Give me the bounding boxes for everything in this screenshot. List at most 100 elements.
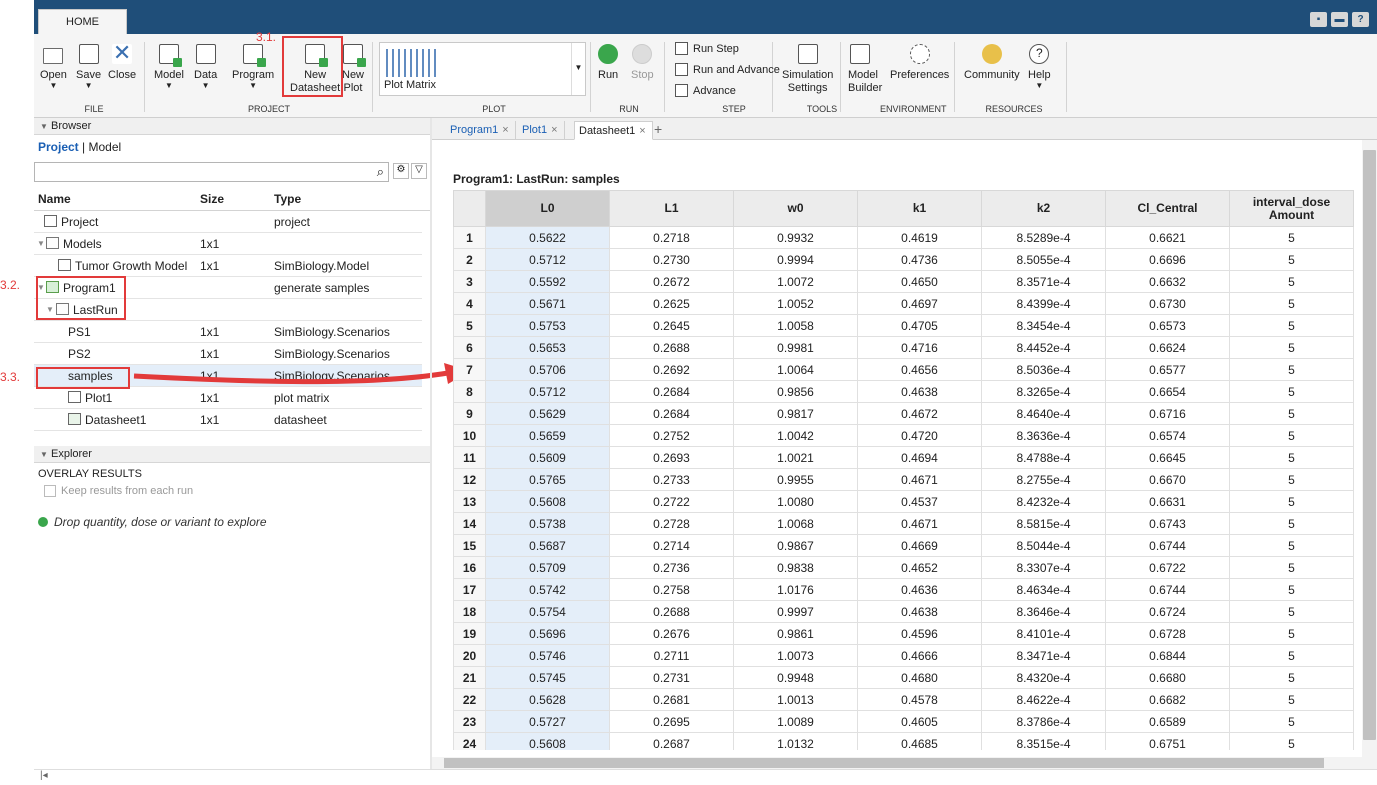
- table-cell[interactable]: 0.2692: [609, 358, 734, 381]
- table-cell[interactable]: 0.5765: [485, 468, 610, 491]
- table-cell[interactable]: 0.2752: [609, 424, 734, 447]
- table-cell[interactable]: 0.2718: [609, 226, 734, 249]
- run-step-button[interactable]: Run Step: [675, 42, 739, 55]
- table-cell[interactable]: 0.4636: [857, 578, 982, 601]
- table-cell[interactable]: 8.3646e-4: [981, 600, 1106, 623]
- collapse-icon[interactable]: |◂: [40, 770, 48, 781]
- table-cell[interactable]: 0.2684: [609, 380, 734, 403]
- table-cell[interactable]: 8.3571e-4: [981, 270, 1106, 293]
- table-row[interactable]: 3 0.5592 0.2672 1.0072 0.4650 8.3571e-4 0.6632…: [453, 270, 1354, 293]
- horizontal-scrollbar[interactable]: [432, 757, 1362, 769]
- table-cell[interactable]: 1.0058: [733, 314, 858, 337]
- table-cell[interactable]: 8.4320e-4: [981, 666, 1106, 689]
- plot-gallery[interactable]: Plot Matrix ▼: [379, 42, 586, 96]
- table-cell[interactable]: 8.3265e-4: [981, 380, 1106, 403]
- close-icon[interactable]: ×: [551, 124, 557, 136]
- table-cell[interactable]: 0.4638: [857, 600, 982, 623]
- save-icon[interactable]: ▪: [1310, 12, 1327, 27]
- tab-model[interactable]: Model: [89, 140, 122, 154]
- table-cell[interactable]: 8.4622e-4: [981, 688, 1106, 711]
- table-cell[interactable]: 0.6696: [1105, 248, 1230, 271]
- table-cell[interactable]: 0.4736: [857, 248, 982, 271]
- table-row[interactable]: 11 0.5609 0.2693 1.0021 0.4694 8.4788e-4 0.664…: [453, 446, 1354, 469]
- tree-row-project[interactable]: Project project: [34, 211, 422, 233]
- community-button[interactable]: Community: [964, 44, 1020, 82]
- table-row[interactable]: 21 0.5745 0.2731 0.9948 0.4680 8.4320e-4 0.668…: [453, 666, 1354, 689]
- table-cell[interactable]: 0.5696: [485, 622, 610, 645]
- table-cell[interactable]: 1.0072: [733, 270, 858, 293]
- model-builder-button[interactable]: Model Builder: [848, 44, 882, 95]
- table-row[interactable]: 7 0.5706 0.2692 1.0064 0.4656 8.5036e-4 0.6577…: [453, 358, 1354, 381]
- table-cell[interactable]: 8.3454e-4: [981, 314, 1106, 337]
- close-icon[interactable]: ×: [639, 125, 645, 137]
- program-button[interactable]: Program ▼: [232, 44, 274, 90]
- table-cell[interactable]: 5: [1229, 710, 1354, 733]
- table-cell[interactable]: 0.2730: [609, 248, 734, 271]
- column-header[interactable]: L1: [609, 190, 734, 227]
- table-cell[interactable]: 0.5653: [485, 336, 610, 359]
- table-cell[interactable]: 5: [1229, 490, 1354, 513]
- browser-header[interactable]: ▼ Browser: [34, 118, 430, 135]
- table-cell[interactable]: 0.2672: [609, 270, 734, 293]
- table-cell[interactable]: 5: [1229, 270, 1354, 293]
- table-cell[interactable]: 0.6654: [1105, 380, 1230, 403]
- tree-row-models[interactable]: ▼ Models 1x1: [34, 233, 422, 255]
- explorer-header[interactable]: ▼ Explorer: [34, 446, 430, 463]
- table-cell[interactable]: 0.6722: [1105, 556, 1230, 579]
- table-cell[interactable]: 0.4697: [857, 292, 982, 315]
- table-cell[interactable]: 0.6631: [1105, 490, 1230, 513]
- folder-icon[interactable]: ▬: [1331, 12, 1348, 27]
- data-button[interactable]: Data ▼: [194, 44, 217, 90]
- preferences-button[interactable]: Preferences: [890, 44, 949, 82]
- table-cell[interactable]: 0.6589: [1105, 710, 1230, 733]
- table-cell[interactable]: 8.4399e-4: [981, 292, 1106, 315]
- run-and-advance-button[interactable]: Run and Advance: [675, 63, 780, 76]
- tree-row-ps1[interactable]: PS1 1x1 SimBiology.Scenarios: [34, 321, 422, 343]
- table-cell[interactable]: 0.6577: [1105, 358, 1230, 381]
- table-row[interactable]: 1 0.5622 0.2718 0.9932 0.4619 8.5289e-4 0.6621…: [453, 226, 1354, 249]
- table-cell[interactable]: 0.5592: [485, 270, 610, 293]
- stop-button[interactable]: Stop: [631, 44, 654, 82]
- table-cell[interactable]: 5: [1229, 446, 1354, 469]
- table-cell[interactable]: 0.5745: [485, 666, 610, 689]
- table-cell[interactable]: 0.4671: [857, 468, 982, 491]
- table-cell[interactable]: 0.6844: [1105, 644, 1230, 667]
- table-cell[interactable]: 0.6724: [1105, 600, 1230, 623]
- table-cell[interactable]: 0.5712: [485, 248, 610, 271]
- table-cell[interactable]: 0.4656: [857, 358, 982, 381]
- table-cell[interactable]: 0.6632: [1105, 270, 1230, 293]
- table-cell[interactable]: 1.0080: [733, 490, 858, 513]
- table-cell[interactable]: 8.4640e-4: [981, 402, 1106, 425]
- advance-button[interactable]: Advance: [675, 84, 736, 97]
- new-plot-button[interactable]: New Plot: [342, 44, 366, 95]
- table-cell[interactable]: 0.9817: [733, 402, 858, 425]
- table-cell[interactable]: 5: [1229, 622, 1354, 645]
- table-cell[interactable]: 0.5659: [485, 424, 610, 447]
- table-cell[interactable]: 5: [1229, 732, 1354, 750]
- pane-divider[interactable]: [430, 118, 432, 785]
- table-row[interactable]: 19 0.5696 0.2676 0.9861 0.4596 8.4101e-4 0.672…: [453, 622, 1354, 645]
- table-cell[interactable]: 0.5754: [485, 600, 610, 623]
- table-cell[interactable]: 8.5036e-4: [981, 358, 1106, 381]
- table-cell[interactable]: 0.9867: [733, 534, 858, 557]
- table-row[interactable]: 5 0.5753 0.2645 1.0058 0.4705 8.3454e-4 0.6573…: [453, 314, 1354, 337]
- table-cell[interactable]: 5: [1229, 248, 1354, 271]
- table-row[interactable]: 12 0.5765 0.2733 0.9955 0.4671 8.2755e-4 0.667…: [453, 468, 1354, 491]
- table-cell[interactable]: 8.4788e-4: [981, 446, 1106, 469]
- column-header[interactable]: interval_dose Amount: [1229, 190, 1354, 227]
- close-button[interactable]: ✕ Close: [108, 42, 136, 82]
- table-cell[interactable]: 0.5712: [485, 380, 610, 403]
- table-cell[interactable]: 0.5608: [485, 490, 610, 513]
- table-cell[interactable]: 1.0013: [733, 688, 858, 711]
- table-cell[interactable]: 5: [1229, 226, 1354, 249]
- table-cell[interactable]: 0.6716: [1105, 402, 1230, 425]
- table-cell[interactable]: 0.6573: [1105, 314, 1230, 337]
- table-cell[interactable]: 0.9948: [733, 666, 858, 689]
- table-cell[interactable]: 0.2625: [609, 292, 734, 315]
- table-row[interactable]: 15 0.5687 0.2714 0.9867 0.4669 8.5044e-4 0.674…: [453, 534, 1354, 557]
- table-cell[interactable]: 0.2695: [609, 710, 734, 733]
- table-row[interactable]: 10 0.5659 0.2752 1.0042 0.4720 8.3636e-4 0.657…: [453, 424, 1354, 447]
- tab-plot1[interactable]: Plot1 ×: [518, 121, 565, 140]
- table-cell[interactable]: 8.3636e-4: [981, 424, 1106, 447]
- table-cell[interactable]: 5: [1229, 336, 1354, 359]
